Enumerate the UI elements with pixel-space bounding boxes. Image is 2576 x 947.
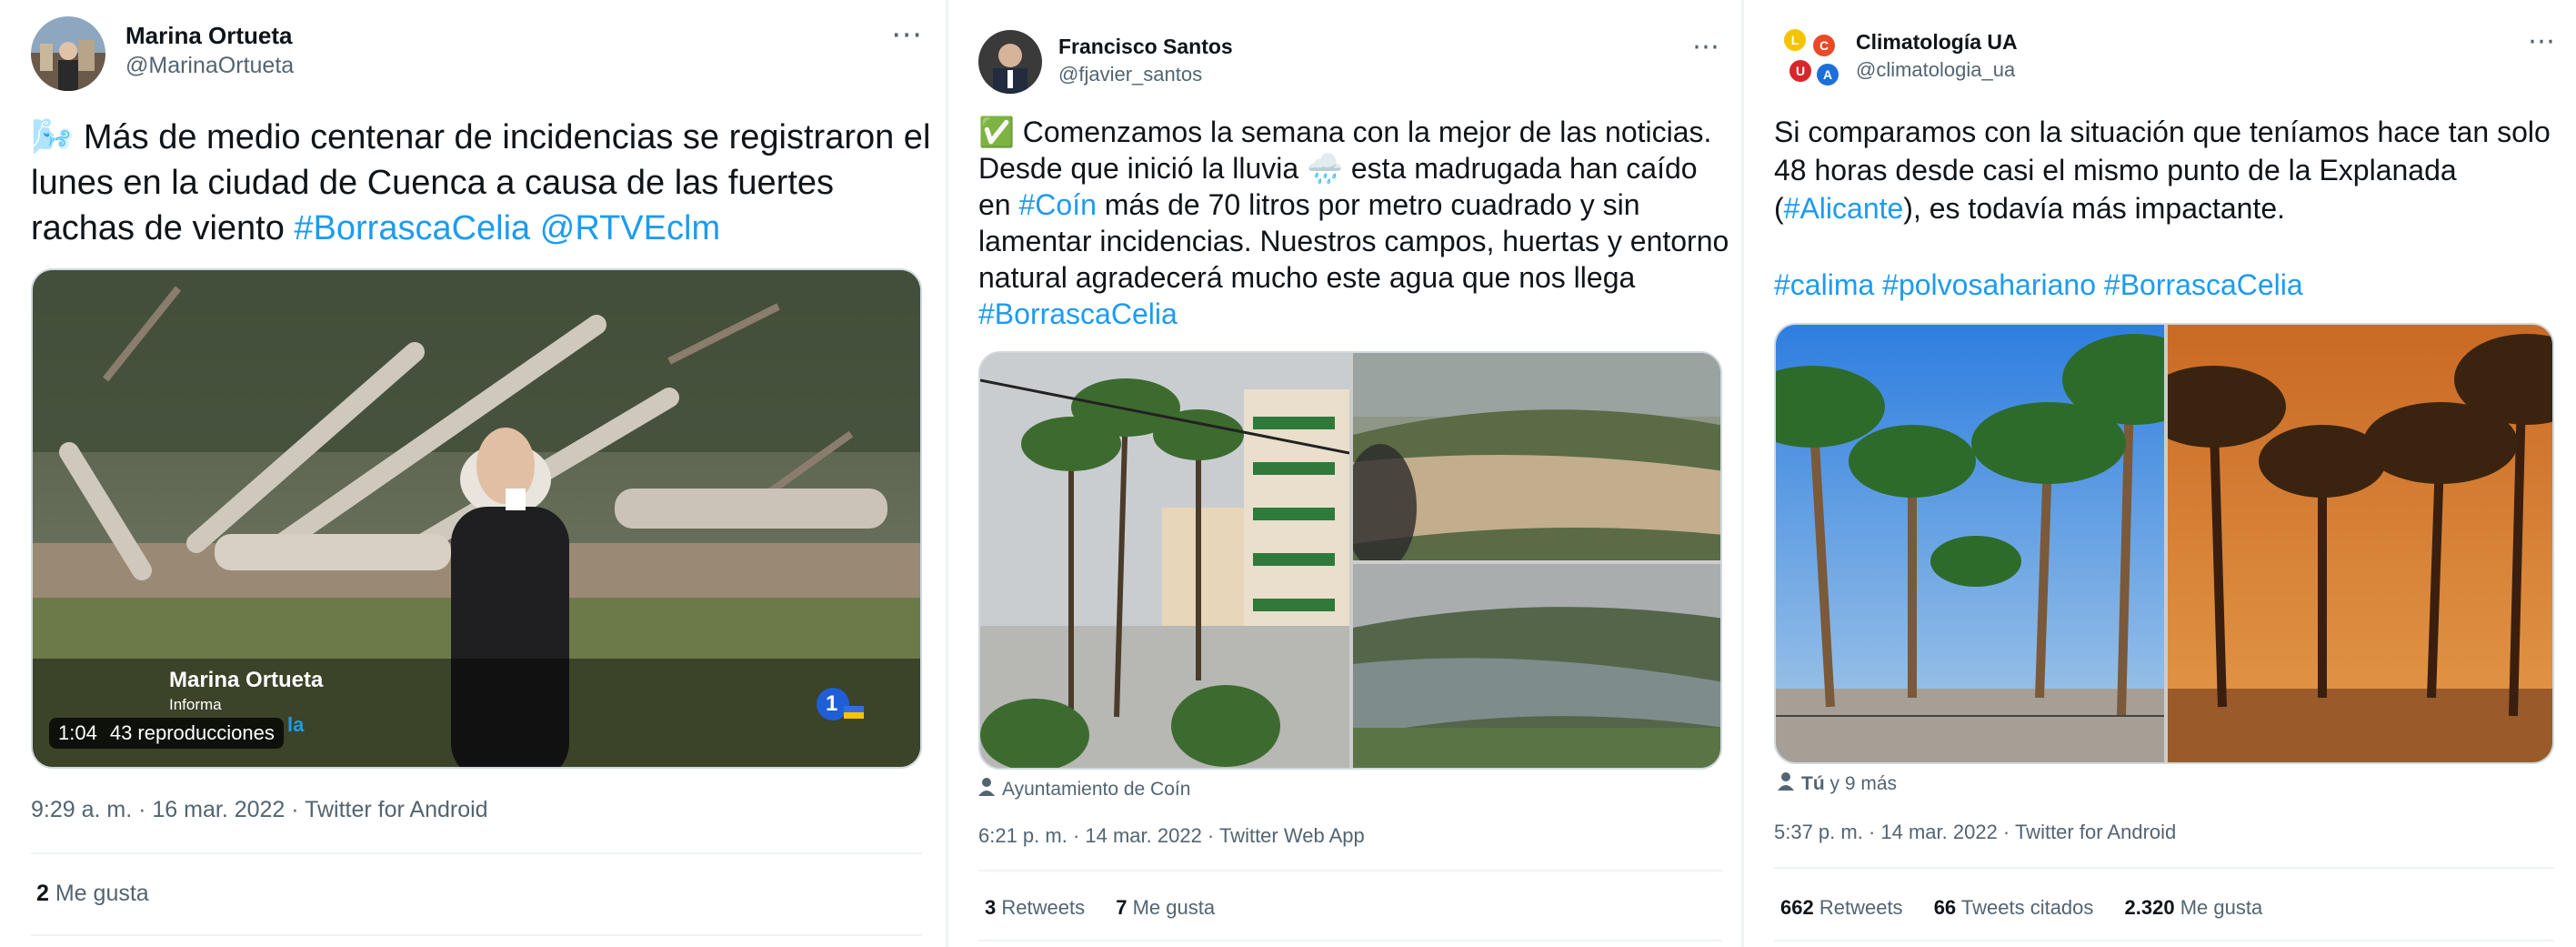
retweets-stat[interactable]: 3 Retweets [985, 896, 1085, 919]
photo-flooded-river[interactable] [1344, 353, 1720, 571]
mention-link[interactable]: @RTVEclm [540, 209, 720, 247]
channel-logo: 1 [815, 684, 869, 725]
photo-street[interactable] [980, 353, 1350, 768]
photo-grid [1774, 323, 2554, 764]
hashtag-link[interactable]: #polvosahariano [1882, 268, 2096, 301]
display-name[interactable]: Francisco Santos [1058, 35, 1233, 59]
likes-stat[interactable]: 2 Me gusta [36, 881, 149, 906]
rain-cloud-icon: 🌧️ [1307, 152, 1343, 185]
tweet-timestamp[interactable]: 9:29 a. m. · 16 mar. 2022 · Twitter for … [31, 797, 488, 823]
logo-letter: U [1796, 64, 1805, 78]
likes-stat[interactable]: 7 Me gusta [1116, 896, 1215, 919]
divider [1774, 940, 2554, 942]
more-options-icon[interactable]: ⋯ [2528, 28, 2556, 55]
person-icon [1778, 772, 1794, 796]
more-options-icon[interactable]: ⋯ [1692, 34, 1720, 61]
tweet-card-2: Francisco Santos @fjavier_santos ⋯ ✅ Com… [948, 0, 1741, 947]
photo-tag-caption[interactable]: Tú y 9 más [1778, 772, 1897, 796]
video-frame-image [33, 270, 920, 767]
video-player[interactable]: Marina Ortueta Informa la 1 1:04 43 repr… [31, 268, 922, 769]
engagement-stats: 662 Retweets 66 Tweets citados 2.320 Me … [1780, 896, 2288, 920]
user-handle[interactable]: @fjavier_santos [1058, 63, 1202, 86]
hashtag-link[interactable]: #calima [1774, 268, 1874, 301]
lower-third-name: Marina Ortueta [169, 668, 324, 692]
avatar[interactable] [31, 16, 105, 91]
wind-emoji-icon: 🌬️ [31, 118, 75, 156]
divider [978, 940, 1722, 942]
tweet-card-3: L C U A Climatología UA @climatologia_ua… [1744, 0, 2576, 947]
person-icon [978, 778, 995, 801]
video-duration: 1:04 [58, 721, 97, 744]
tweet-text: ✅ Comenzamos la semana con la mejor de l… [978, 116, 1729, 330]
tweet-timestamp[interactable]: 5:37 p. m. · 14 mar. 2022 · Twitter for … [1774, 821, 2176, 844]
photo-promenade-calima[interactable] [2140, 325, 2552, 762]
hashtag-link[interactable]: #BorrascaCelia [294, 209, 530, 247]
divider [31, 852, 922, 854]
checkmark-icon: ✅ [978, 116, 1015, 148]
divider [31, 934, 922, 936]
display-name[interactable]: Marina Ortueta [125, 22, 293, 50]
photo-flooded-valley[interactable] [1353, 564, 1720, 768]
likes-stat[interactable]: 2.320 Me gusta [2125, 896, 2263, 919]
more-options-icon[interactable]: ⋯ [891, 19, 923, 50]
hashtag-line: #calima #polvosahariano #BorrascaCelia [1774, 266, 2565, 306]
tweet-text: 🌬️ Más de medio centenar de incidencias … [31, 118, 931, 248]
hashtag-link[interactable]: #Alicante [1784, 192, 1904, 225]
logo-letter: A [1823, 67, 1832, 82]
logo-letter: C [1819, 38, 1829, 53]
photo-tag-caption[interactable]: Ayuntamiento de Coín [978, 778, 1190, 801]
lower-third-partial-text: la [287, 713, 305, 736]
tweet-card-1: Marina Ortueta @MarinaOrtueta ⋯ 🌬️ Más d… [0, 0, 946, 947]
divider [1774, 867, 2554, 869]
hashtag-link[interactable]: #BorrascaCelia [2104, 268, 2303, 301]
tweet-text: Si comparamos con la situación que tenía… [1774, 116, 2551, 226]
divider [978, 870, 1722, 871]
hashtag-link[interactable]: #Coín [1018, 188, 1096, 221]
logo-letter: L [1791, 33, 1799, 47]
engagement-stats: 2 Me gusta [36, 881, 175, 907]
user-handle[interactable]: @climatologia_ua [1856, 58, 2015, 82]
lower-third-subtitle: Informa [169, 696, 222, 713]
view-count: 43 reproducciones [109, 721, 275, 744]
avatar[interactable] [978, 30, 1042, 94]
photo-grid [978, 351, 1722, 770]
photo-promenade-clear[interactable] [1776, 325, 2208, 762]
engagement-stats: 3 Retweets 7 Me gusta [985, 896, 1240, 920]
hashtag-link[interactable]: #BorrascaCelia [978, 297, 1178, 330]
avatar[interactable]: L C U A [1782, 27, 1839, 87]
quote-tweets-stat[interactable]: 66 Tweets citados [1934, 896, 2094, 919]
video-duration-badge: 1:04 43 reproducciones [49, 718, 284, 749]
user-handle[interactable]: @MarinaOrtueta [125, 53, 294, 79]
retweets-stat[interactable]: 662 Retweets [1780, 896, 1903, 919]
tweet-timestamp[interactable]: 6:21 p. m. · 14 mar. 2022 · Twitter Web … [978, 824, 1365, 848]
display-name[interactable]: Climatología UA [1856, 30, 2018, 55]
